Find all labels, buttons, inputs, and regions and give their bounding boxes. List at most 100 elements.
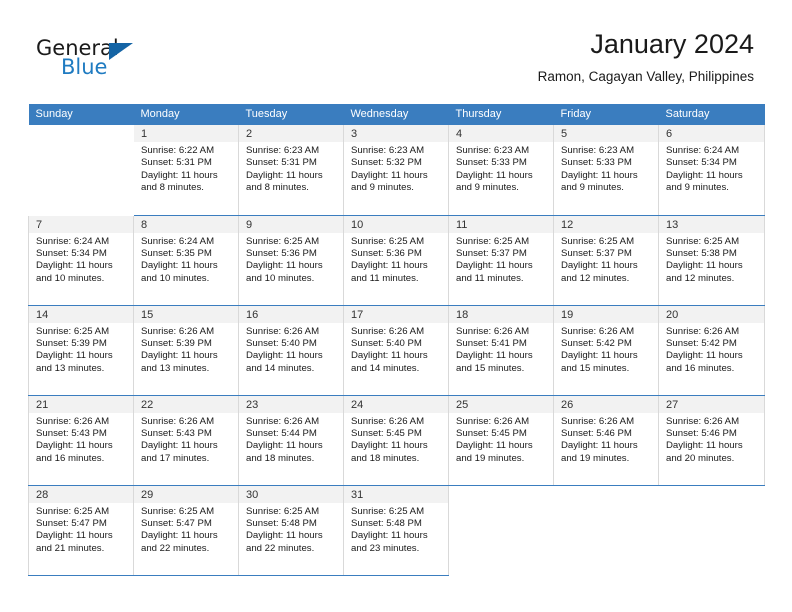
day-details: Sunrise: 6:26 AM Sunset: 5:43 PM Daylight:… [30, 413, 133, 466]
calendar-day-cell[interactable]: 8 Sunrise: 6:24 AM Sunset: 5:35 PM Daylight… [133, 215, 239, 306]
weekday-header-saturday: Saturday [658, 104, 765, 125]
daylight-text: Daylight: 11 hours and 18 minutes. [246, 440, 323, 464]
day-number: 11 [449, 215, 553, 233]
calendar-day-cell[interactable]: 21 Sunrise: 6:26 AM Sunset: 5:43 PM Dayligh… [28, 395, 134, 486]
calendar-day-cell[interactable]: 29 Sunrise: 6:25 AM Sunset: 5:47 PM Dayligh… [133, 485, 239, 576]
sunrise-text: Sunrise: 6:22 AM [141, 145, 215, 156]
calendar-day-cell[interactable]: 22 Sunrise: 6:26 AM Sunset: 5:43 PM Dayligh… [133, 395, 239, 486]
calendar-day-cell[interactable]: 28 Sunrise: 6:25 AM Sunset: 5:47 PM Dayligh… [28, 485, 134, 576]
sunset-text: Sunset: 5:34 PM [36, 247, 107, 259]
day-details: Sunrise: 6:26 AM Sunset: 5:40 PM Daylight:… [345, 323, 448, 376]
day-number: 27 [659, 395, 764, 413]
calendar-day-cell[interactable]: 1 Sunrise: 6:22 AM Sunset: 5:31 PM Daylight… [133, 125, 239, 216]
calendar-day-cell[interactable]: 16 Sunrise: 6:26 AM Sunset: 5:40 PM Dayligh… [238, 305, 344, 396]
daylight-text: Daylight: 11 hours and 18 minutes. [351, 440, 428, 464]
sunset-text: Sunset: 5:34 PM [666, 157, 737, 169]
day-number: 15 [134, 305, 238, 323]
sunset-text: Sunset: 5:37 PM [561, 247, 632, 259]
sunrise-text: Sunrise: 6:26 AM [141, 325, 215, 337]
day-number: 25 [449, 395, 553, 413]
calendar-day-cell[interactable]: 24 Sunrise: 6:26 AM Sunset: 5:45 PM Dayligh… [343, 395, 449, 486]
daylight-text: Daylight: 11 hours and 9 minutes. [561, 169, 638, 194]
calendar-week-row: 7 Sunrise: 6:24 AM Sunset: 5:34 PM Daylight… [28, 215, 765, 306]
daylight-text: Daylight: 11 hours and 19 minutes. [456, 440, 533, 464]
calendar-day-cell[interactable]: 15 Sunrise: 6:26 AM Sunset: 5:39 PM Dayligh… [133, 305, 239, 396]
day-details: Sunrise: 6:24 AM Sunset: 5:35 PM Daylight:… [135, 233, 238, 286]
calendar-day-cell[interactable]: 11 Sunrise: 6:25 AM Sunset: 5:37 PM Dayligh… [448, 215, 554, 306]
daylight-text: Daylight: 11 hours and 13 minutes. [36, 350, 113, 374]
weekday-header-tuesday: Tuesday [238, 104, 344, 125]
calendar-cell-empty [448, 485, 554, 576]
day-details: Sunrise: 6:25 AM Sunset: 5:37 PM Daylight:… [555, 233, 658, 286]
sunrise-text: Sunrise: 6:25 AM [456, 235, 530, 247]
calendar-day-cell[interactable]: 3 Sunrise: 6:23 AM Sunset: 5:32 PM Daylight… [343, 125, 449, 216]
day-number: 3 [344, 125, 448, 142]
sunset-text: Sunset: 5:48 PM [351, 517, 422, 529]
calendar-day-cell[interactable]: 31 Sunrise: 6:25 AM Sunset: 5:48 PM Dayligh… [343, 485, 449, 576]
calendar-day-cell[interactable]: 6 Sunrise: 6:24 AM Sunset: 5:34 PM Daylight… [658, 125, 765, 216]
day-details: Sunrise: 6:22 AM Sunset: 5:31 PM Daylight:… [135, 142, 238, 195]
daylight-text: Daylight: 11 hours and 23 minutes. [351, 530, 428, 554]
day-details: Sunrise: 6:25 AM Sunset: 5:47 PM Daylight:… [30, 503, 133, 556]
day-number: 9 [239, 215, 343, 233]
calendar-day-cell[interactable]: 27 Sunrise: 6:26 AM Sunset: 5:46 PM Dayligh… [658, 395, 765, 486]
calendar-day-cell[interactable]: 13 Sunrise: 6:25 AM Sunset: 5:38 PM Dayligh… [658, 215, 765, 306]
sunset-text: Sunset: 5:39 PM [36, 337, 107, 349]
daylight-text: Daylight: 11 hours and 19 minutes. [561, 440, 638, 464]
general-blue-logo-icon[interactable]: General Blue [36, 36, 236, 86]
calendar-day-cell[interactable]: 7 Sunrise: 6:24 AM Sunset: 5:34 PM Daylight… [28, 215, 134, 306]
day-number: 22 [134, 395, 238, 413]
sunset-text: Sunset: 5:44 PM [246, 427, 317, 439]
day-details: Sunrise: 6:26 AM Sunset: 5:46 PM Daylight:… [660, 413, 764, 466]
day-number: 13 [659, 215, 764, 233]
daylight-text: Daylight: 11 hours and 16 minutes. [36, 440, 113, 464]
calendar-day-cell[interactable]: 20 Sunrise: 6:26 AM Sunset: 5:42 PM Dayligh… [658, 305, 765, 396]
weekday-header-monday: Monday [133, 104, 239, 125]
daylight-text: Daylight: 11 hours and 10 minutes. [141, 260, 218, 284]
sunset-text: Sunset: 5:33 PM [456, 157, 527, 169]
calendar-day-cell[interactable]: 23 Sunrise: 6:26 AM Sunset: 5:44 PM Dayligh… [238, 395, 344, 486]
weekday-header-sunday: Sunday [28, 104, 134, 125]
calendar-day-cell[interactable]: 17 Sunrise: 6:26 AM Sunset: 5:40 PM Dayligh… [343, 305, 449, 396]
sunrise-text: Sunrise: 6:26 AM [666, 415, 740, 427]
calendar-day-cell[interactable]: 5 Sunrise: 6:23 AM Sunset: 5:33 PM Daylight… [553, 125, 659, 216]
sunset-text: Sunset: 5:48 PM [246, 517, 317, 529]
sunrise-text: Sunrise: 6:25 AM [36, 505, 110, 517]
sunrise-text: Sunrise: 6:25 AM [351, 505, 425, 517]
calendar-page: General Blue January 2024 Ramon, Cagayan… [0, 0, 792, 612]
day-details: Sunrise: 6:26 AM Sunset: 5:40 PM Daylight:… [240, 323, 343, 376]
sunset-text: Sunset: 5:47 PM [36, 517, 107, 529]
calendar-day-cell[interactable]: 9 Sunrise: 6:25 AM Sunset: 5:36 PM Daylight… [238, 215, 344, 306]
daylight-text: Daylight: 11 hours and 17 minutes. [141, 440, 218, 464]
sunrise-text: Sunrise: 6:24 AM [36, 235, 110, 247]
weekday-header-row: Sunday Monday Tuesday Wednesday Thursday… [28, 104, 765, 125]
sunrise-text: Sunrise: 6:23 AM [456, 145, 530, 156]
daylight-text: Daylight: 11 hours and 20 minutes. [666, 440, 743, 464]
calendar-day-cell[interactable]: 30 Sunrise: 6:25 AM Sunset: 5:48 PM Dayligh… [238, 485, 344, 576]
day-number: 10 [344, 215, 448, 233]
calendar-day-cell[interactable]: 19 Sunrise: 6:26 AM Sunset: 5:42 PM Dayligh… [553, 305, 659, 396]
day-details: Sunrise: 6:26 AM Sunset: 5:39 PM Daylight:… [135, 323, 238, 376]
calendar-cell-empty [553, 485, 659, 576]
calendar-day-cell[interactable]: 25 Sunrise: 6:26 AM Sunset: 5:45 PM Dayligh… [448, 395, 554, 486]
day-details: Sunrise: 6:26 AM Sunset: 5:41 PM Daylight:… [450, 323, 553, 376]
day-number: 14 [29, 305, 133, 323]
calendar-day-cell[interactable]: 14 Sunrise: 6:25 AM Sunset: 5:39 PM Dayligh… [28, 305, 134, 396]
calendar-day-cell[interactable]: 26 Sunrise: 6:26 AM Sunset: 5:46 PM Dayligh… [553, 395, 659, 486]
daylight-text: Daylight: 11 hours and 10 minutes. [36, 260, 113, 284]
sunset-text: Sunset: 5:32 PM [351, 157, 422, 169]
sunrise-text: Sunrise: 6:25 AM [666, 235, 740, 247]
sunrise-text: Sunrise: 6:26 AM [666, 325, 740, 337]
calendar-day-cell[interactable]: 4 Sunrise: 6:23 AM Sunset: 5:33 PM Daylight… [448, 125, 554, 216]
daylight-text: Daylight: 11 hours and 11 minutes. [351, 260, 428, 284]
calendar-day-cell[interactable]: 10 Sunrise: 6:25 AM Sunset: 5:36 PM Dayligh… [343, 215, 449, 306]
calendar-day-cell[interactable]: 18 Sunrise: 6:26 AM Sunset: 5:41 PM Dayligh… [448, 305, 554, 396]
day-details: Sunrise: 6:25 AM Sunset: 5:36 PM Daylight:… [240, 233, 343, 286]
daylight-text: Daylight: 11 hours and 12 minutes. [666, 260, 743, 284]
sunset-text: Sunset: 5:39 PM [141, 337, 212, 349]
calendar-day-cell[interactable]: 12 Sunrise: 6:25 AM Sunset: 5:37 PM Dayligh… [553, 215, 659, 306]
day-details: Sunrise: 6:24 AM Sunset: 5:34 PM Daylight:… [660, 142, 764, 195]
day-number: 21 [29, 395, 133, 413]
sunrise-text: Sunrise: 6:26 AM [351, 325, 425, 337]
calendar-day-cell[interactable]: 2 Sunrise: 6:23 AM Sunset: 5:31 PM Daylight… [238, 125, 344, 216]
